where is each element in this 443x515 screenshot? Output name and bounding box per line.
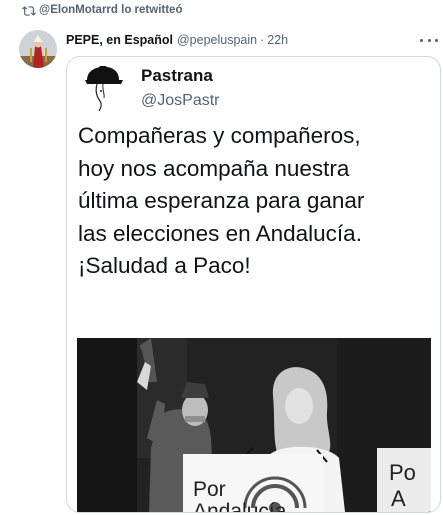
avatar[interactable] bbox=[19, 30, 57, 68]
photo-side-text: A bbox=[391, 486, 406, 511]
separator-dot: · bbox=[260, 33, 265, 47]
retweet-context: @ElonMotarrd lo retwitteó bbox=[0, 0, 443, 22]
quoted-text-line: última esperanza para ganar bbox=[78, 188, 365, 213]
author-name[interactable]: PEPE, en Español bbox=[66, 33, 173, 47]
quoted-tweet-text: Compañeras y compañeros, hoy nos acompañ… bbox=[78, 120, 436, 283]
quoted-text-line: hoy nos acompaña nuestra bbox=[78, 155, 350, 181]
quoted-photo[interactable]: Por Andalucía Po A bbox=[77, 338, 431, 512]
quoted-author-name[interactable]: Pastrana bbox=[141, 66, 213, 86]
photo-side-text: Po bbox=[389, 460, 416, 485]
quoted-avatar[interactable] bbox=[75, 61, 127, 113]
quoted-text-line: las elecciones en Andalucía. bbox=[78, 220, 362, 246]
photo-sign-text: Andalucía bbox=[193, 500, 287, 512]
quoted-text-line: Compañeras y compañeros, bbox=[78, 123, 361, 148]
tweet-header: PEPE, en Español @pepeluspain · 22h bbox=[66, 31, 288, 49]
author-handle[interactable]: @pepeluspain bbox=[177, 33, 257, 47]
retweet-icon bbox=[22, 6, 36, 16]
tweet-timestamp[interactable]: 22h bbox=[267, 33, 288, 47]
photo-sign-text: Por bbox=[193, 478, 226, 501]
quoted-text-line: ¡Saludad a Paco! bbox=[78, 253, 251, 278]
more-options-icon[interactable] bbox=[420, 34, 438, 46]
quoted-tweet-card[interactable]: Pastrana @JosPastr Compañeras y compañer… bbox=[66, 56, 441, 513]
retweet-label[interactable]: @ElonMotarrd lo retwitteó bbox=[39, 4, 182, 16]
quoted-author-handle[interactable]: @JosPastr bbox=[141, 92, 219, 110]
